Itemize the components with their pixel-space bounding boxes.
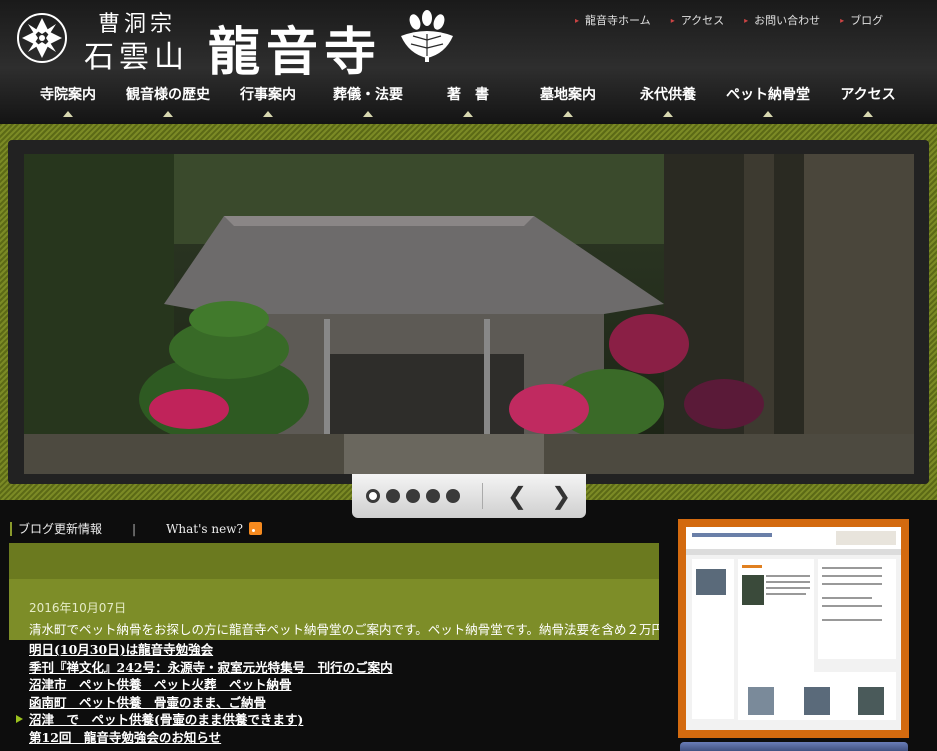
main-nav-books[interactable]: 著 書 [418,84,518,120]
main-nav-access[interactable]: アクセス [818,84,918,120]
list-item[interactable]: 明日(10月30日)は龍音寺勉強会 [29,641,393,659]
nav-link-access[interactable]: アクセス [671,12,724,28]
blog-preview-screenshot [686,527,901,730]
nav-triangle-icon [663,111,673,117]
nav-triangle-icon [263,111,273,117]
slider-dot-2[interactable] [386,489,400,503]
main-nav: 寺院案内 観音様の歴史 行事案内 葬儀・法要 著 書 墓地案内 永代供養 ペット… [18,84,918,120]
blog-section-header: ブログ更新情報 | What's new? [10,520,262,537]
nav-triangle-icon [863,111,873,117]
nav-link-blog[interactable]: ブログ [840,12,883,28]
rss-icon[interactable] [248,522,262,535]
blog-heading: ブログ更新情報 [18,522,103,536]
mountain-name: 石雲山 [84,40,189,75]
featured-blog-post[interactable]: 2016年10月07日 清水町でペット納骨をお探しの方に龍音寺ペット納骨堂のご案… [9,543,659,640]
main-nav-pet-ossuary[interactable]: ペット納骨堂 [718,84,818,120]
hero-frame [8,140,929,484]
list-item[interactable]: 第12回 龍音寺勉強会のお知らせ [29,729,393,747]
nav-triangle-icon [563,111,573,117]
nav-link-home[interactable]: 龍音寺ホーム [575,12,651,28]
slider-pager: ❮ ❯ [352,474,586,518]
slider-dot-1[interactable] [366,489,380,503]
slider-dot-4[interactable] [426,489,440,503]
list-item-current[interactable]: 沼津 で ペット供養(骨壷のまま供養できます) [16,711,393,729]
heading-bar [10,521,12,536]
top-utility-nav: 龍音寺ホーム アクセス お問い合わせ ブログ [575,12,883,28]
paulownia-crest-icon [397,8,457,64]
chevron-right-icon[interactable]: ❯ [551,484,571,508]
blog-post-list: 明日(10月30日)は龍音寺勉強会 季刊『禅文化』242号：永源寺・寂室元光特集… [16,641,393,747]
site-header: 曹洞宗 石雲山 龍音寺 龍音寺ホーム アクセス お問い合わせ ブログ 寺院案内 … [0,0,937,124]
heading-separator: | [132,521,137,536]
hero-slide-image [24,154,914,474]
whats-new-label: What's new? [166,521,243,536]
slider-dot-5[interactable] [446,489,460,503]
family-crest-left-icon [16,12,68,64]
feature-stripe [9,543,659,579]
temple-name: 龍音寺 [208,22,383,83]
sidebar-next-banner[interactable] [680,742,908,751]
chevron-left-icon[interactable]: ❮ [507,484,527,508]
feature-post-date: 2016年10月07日 [29,601,127,615]
list-item[interactable]: 沼津市 ペット供養 ペット火葬 ペット納骨 [29,676,393,694]
main-nav-events[interactable]: 行事案内 [218,84,318,120]
blog-preview-banner[interactable] [678,519,909,738]
nav-triangle-icon [363,111,373,117]
feature-post-excerpt: 清水町でペット納骨をお探しの方に龍音寺ペット納骨堂のご案内です。ペット納骨堂です… [29,622,659,637]
nav-triangle-icon [63,111,73,117]
nav-triangle-icon [463,111,473,117]
hero-band [0,124,937,500]
list-item[interactable]: 函南町 ペット供養 骨壷のまま、ご納骨 [29,694,393,712]
main-nav-cemetery[interactable]: 墓地案内 [518,84,618,120]
nav-triangle-icon [163,111,173,117]
list-item[interactable]: 季刊『禅文化』242号：永源寺・寂室元光特集号 刊行のご案内 [29,659,393,677]
main-nav-temple-guide[interactable]: 寺院案内 [18,84,118,120]
nav-triangle-icon [763,111,773,117]
slider-dot-3[interactable] [406,489,420,503]
pager-divider [482,483,483,509]
nav-link-contact[interactable]: お問い合わせ [744,12,820,28]
main-nav-funerals[interactable]: 葬儀・法要 [318,84,418,120]
main-nav-kannon-history[interactable]: 観音様の歴史 [118,84,218,120]
main-nav-perpetual-memorial[interactable]: 永代供養 [618,84,718,120]
